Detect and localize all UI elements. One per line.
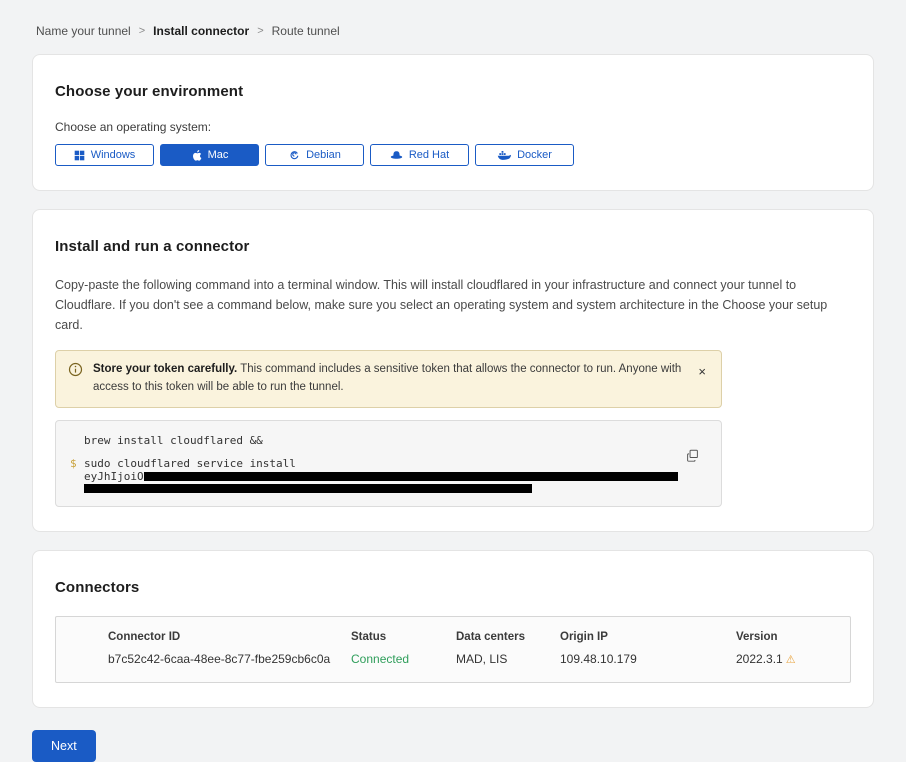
- os-button-label: Mac: [208, 149, 229, 161]
- os-button-group: Windows Mac Debian Red Hat: [55, 144, 851, 166]
- install-connector-card: Install and run a connector Copy-paste t…: [32, 209, 874, 532]
- warning-icon: ⚠: [786, 654, 796, 666]
- environment-card: Choose your environment Choose an operat…: [32, 54, 874, 191]
- install-instructions: Copy-paste the following command into a …: [55, 275, 851, 335]
- os-button-debian[interactable]: Debian: [265, 144, 364, 166]
- page: Name your tunnel > Install connector > R…: [0, 0, 906, 762]
- install-card-title: Install and run a connector: [55, 238, 851, 255]
- connectors-table: Connector ID Status Data centers Origin …: [55, 616, 851, 683]
- os-button-label: Docker: [517, 149, 552, 161]
- os-button-label: Debian: [306, 149, 341, 161]
- close-icon[interactable]: ×: [695, 363, 709, 380]
- redacted-token-bar: [84, 484, 532, 493]
- install-command-code-block: brew install cloudflared && $ sudo cloud…: [55, 420, 722, 507]
- connectors-card: Connectors Connector ID Status Data cent…: [32, 550, 874, 708]
- breadcrumb-install-connector[interactable]: Install connector: [153, 24, 249, 38]
- token-warning-text: Store your token carefully. This command…: [93, 361, 685, 397]
- os-button-redhat[interactable]: Red Hat: [370, 144, 469, 166]
- code-line-service-install: $ sudo cloudflared service install: [70, 457, 675, 471]
- os-button-label: Red Hat: [409, 149, 449, 161]
- shell-prompt: $: [70, 457, 84, 471]
- token-warning-title: Store your token carefully.: [93, 363, 237, 375]
- os-button-windows[interactable]: Windows: [55, 144, 154, 166]
- col-header-version: Version: [736, 631, 834, 643]
- version-value: 2022.3.1: [736, 652, 783, 666]
- col-header-connector-id: Connector ID: [108, 631, 351, 643]
- token-warning-banner: Store your token carefully. This command…: [55, 350, 722, 408]
- connectors-card-title: Connectors: [55, 579, 851, 596]
- cell-connector-id: b7c52c42-6caa-48ee-8c77-fbe259cb6c0a: [108, 652, 351, 666]
- docker-icon: [497, 150, 511, 161]
- windows-icon: [74, 150, 85, 161]
- os-button-docker[interactable]: Docker: [475, 144, 574, 166]
- environment-card-title: Choose your environment: [55, 83, 851, 100]
- code-line-text: sudo cloudflared service install: [84, 457, 296, 471]
- os-select-label: Choose an operating system:: [55, 120, 851, 134]
- cell-data-centers: MAD, LIS: [456, 652, 560, 666]
- breadcrumb-name-your-tunnel[interactable]: Name your tunnel: [36, 24, 131, 38]
- col-header-origin-ip: Origin IP: [560, 631, 736, 643]
- token-line: eyJhIjoiO: [70, 471, 675, 483]
- breadcrumb: Name your tunnel > Install connector > R…: [32, 0, 874, 54]
- col-header-data-centers: Data centers: [456, 631, 560, 643]
- redacted-token-bar: [144, 472, 678, 481]
- token-prefix: eyJhIjoiO: [84, 471, 144, 483]
- info-icon: [68, 362, 83, 382]
- next-button[interactable]: Next: [32, 730, 96, 762]
- cell-origin-ip: 109.48.10.179: [560, 652, 736, 666]
- os-button-mac[interactable]: Mac: [160, 144, 259, 166]
- col-header-status: Status: [351, 631, 456, 643]
- debian-icon: [288, 149, 300, 161]
- code-line-brew-install: brew install cloudflared &&: [70, 434, 675, 448]
- breadcrumb-separator: >: [139, 25, 145, 37]
- redhat-icon: [390, 150, 403, 160]
- os-button-label: Windows: [91, 149, 136, 161]
- copy-icon[interactable]: [684, 447, 701, 467]
- status-badge: Connected: [351, 652, 456, 666]
- cell-version: 2022.3.1⚠: [736, 652, 834, 666]
- breadcrumb-route-tunnel[interactable]: Route tunnel: [272, 24, 340, 38]
- apple-icon: [191, 149, 202, 162]
- breadcrumb-separator: >: [257, 25, 263, 37]
